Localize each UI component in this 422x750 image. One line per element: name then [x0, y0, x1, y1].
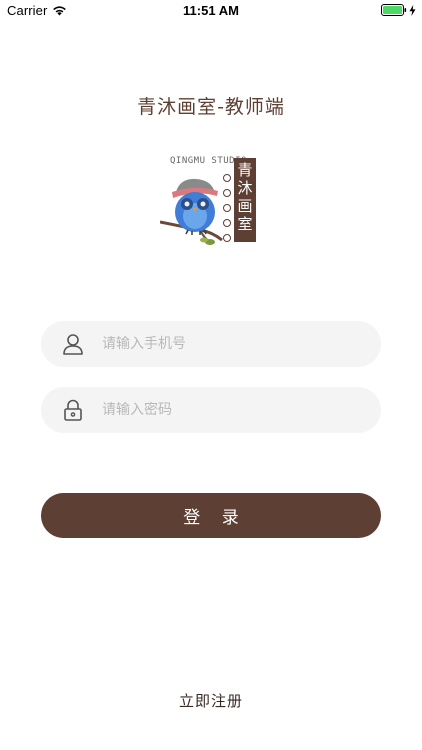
battery-icon — [381, 4, 407, 16]
phone-input[interactable] — [100, 335, 344, 353]
page-title: 青沐画室-教师端 — [137, 96, 285, 118]
register-link[interactable]: 立即注册 — [0, 690, 422, 711]
password-input[interactable] — [100, 401, 344, 419]
lock-icon — [64, 399, 82, 421]
battery-group — [381, 4, 416, 16]
logo-banner-char: 画 — [237, 197, 253, 215]
phone-field[interactable] — [41, 321, 381, 367]
logo-seal-dots — [223, 174, 231, 249]
logo-banner-char: 室 — [237, 215, 253, 233]
clock: 11:51 AM — [183, 3, 239, 18]
password-field[interactable] — [41, 387, 381, 433]
charging-bolt-icon — [409, 4, 416, 16]
logo-banner: 青 沐 画 室 — [234, 158, 256, 242]
user-icon — [63, 334, 83, 355]
owl-mascot-icon — [160, 178, 223, 245]
login-button[interactable]: 登 录 — [41, 493, 381, 538]
studio-logo: QINGMU STUDIO 青 沐 画 室 — [160, 152, 260, 246]
status-bar: Carrier 11:51 AM — [0, 0, 422, 22]
logo-banner-char: 沐 — [237, 179, 253, 197]
logo-banner-char: 青 — [237, 161, 253, 179]
